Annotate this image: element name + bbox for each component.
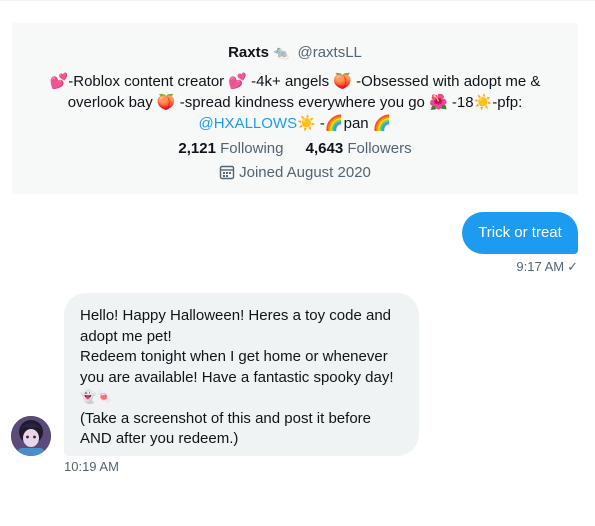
bio-mention-link[interactable]: @HXALLOWS☀️ [199,115,316,132]
following-count: 2,121 [178,140,216,157]
sent-message-meta: 9:17 AM ✓ [516,259,578,275]
sent-message-bubble[interactable]: Trick or treat [462,212,578,254]
following-label: Following [220,140,284,157]
received-line-6: (Take a screenshot of this and post it b… [80,409,371,427]
following-stat[interactable]: 2,121 Following [178,140,283,157]
received-message-bubble[interactable]: Hello! Happy Halloween! Heres a toy code… [64,293,419,456]
avatar-image [11,416,51,456]
check-icon: ✓ [567,259,578,274]
received-message-time: 10:19 AM [64,459,119,474]
calendar-icon [219,165,235,180]
received-line-3: Redeem tonight when I get home or whenev… [80,348,388,365]
received-line-1: Hello! Happy Halloween! Heres a toy code… [80,307,392,324]
sent-message-time: 9:17 AM [516,259,565,274]
received-line-2: adopt me pet! [80,327,172,345]
rat-emoji-icon: 🐀 [273,46,290,61]
received-line-7: AND after you redeem.) [80,430,239,447]
bio-line-3: -🌈pan 🌈 [315,115,392,132]
received-line-5: 👻🍬 [80,390,113,405]
received-line-4: you are available! Have a fantastic spoo… [80,368,394,386]
profile-bio: 💕-Roblox content creator 💕 -4k+ angels 🍑… [35,71,555,134]
profile-handle[interactable]: @raxtsLL [297,44,361,61]
followers-label: Followers [347,140,412,157]
followers-stat[interactable]: 4,643 Followers [306,140,412,157]
top-divider [0,0,595,1]
joined-date: Joined August 2020 [12,163,578,183]
joined-text: Joined August 2020 [239,164,371,181]
followers-count: 4,643 [305,140,344,157]
sent-message-text: Trick or treat [478,224,562,241]
bio-line-1: 💕-Roblox content creator 💕 -4k+ angels 🍑… [49,73,541,90]
avatar[interactable] [11,416,51,456]
bio-line-2: overlook bay 🍑 -spread kindness everywhe… [67,94,523,111]
profile-name-row: Raxts 🐀 @raxtsLL [12,43,578,64]
profile-display-name[interactable]: Raxts [228,44,269,61]
profile-card[interactable]: Raxts 🐀 @raxtsLL 💕-Roblox content creato… [12,23,578,194]
profile-stats: 2,121 Following 4,643 Followers [12,139,578,159]
